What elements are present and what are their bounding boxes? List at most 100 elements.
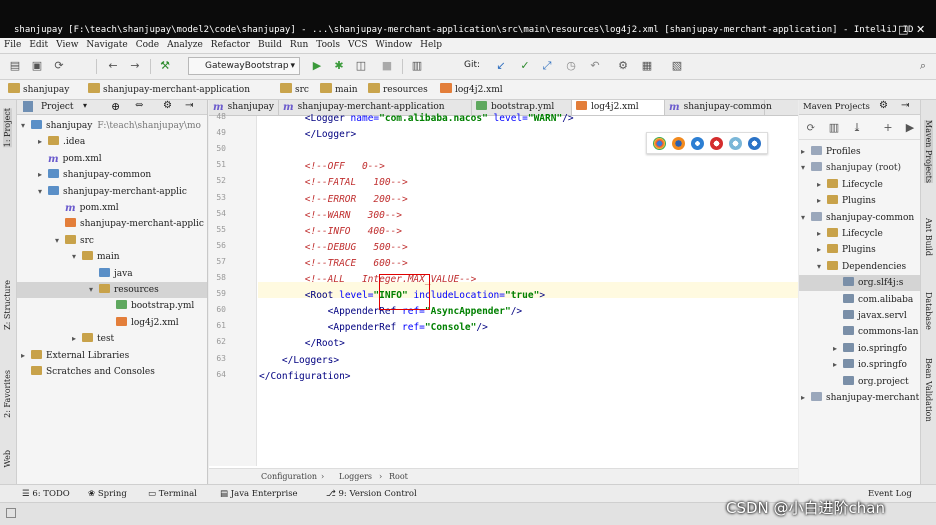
breadcrumb-item[interactable]: Configuration bbox=[261, 472, 317, 481]
maven-tree-item[interactable]: ▸ io.springfo bbox=[799, 341, 920, 357]
chevron-right-icon[interactable]: ▸ bbox=[21, 348, 31, 364]
maven-tree-item[interactable]: ▸ io.springfo bbox=[799, 357, 920, 373]
chevron-down-icon[interactable]: ▾ bbox=[38, 184, 48, 200]
status-toggle-icon[interactable] bbox=[6, 508, 16, 518]
run-icon[interactable]: ▶ bbox=[310, 59, 324, 73]
ant-build-tool-tab[interactable]: Ant Build bbox=[924, 218, 933, 256]
chrome-icon[interactable] bbox=[653, 137, 666, 150]
chevron-right-icon[interactable]: ▸ bbox=[801, 390, 811, 406]
code-line[interactable]: <!--WARN 300--> bbox=[259, 209, 402, 223]
menu-item-navigate[interactable]: Navigate bbox=[82, 38, 131, 53]
chevron-right-icon[interactable]: ▸ bbox=[833, 357, 843, 373]
project-tree-item[interactable]: m pom.xml bbox=[17, 151, 207, 167]
favorites-tool-tab[interactable]: 2: Favorites bbox=[3, 370, 12, 418]
menu-item-window[interactable]: Window bbox=[372, 38, 417, 53]
menu-item-file[interactable]: File bbox=[0, 38, 25, 53]
stop-icon[interactable]: ■ bbox=[380, 59, 394, 73]
execute-icon[interactable]: ▶ bbox=[903, 121, 917, 135]
code-line[interactable]: <AppenderRef ref="Console"/> bbox=[259, 321, 488, 335]
ie-icon[interactable] bbox=[748, 137, 761, 150]
menu-item-vcs[interactable]: VCS bbox=[344, 38, 372, 53]
project-tree-item[interactable]: log4j2.xml bbox=[17, 315, 207, 331]
run-configuration-select[interactable]: GatewayBootstrap ▾ bbox=[188, 57, 300, 75]
hide-icon[interactable]: ⇥ bbox=[185, 100, 193, 111]
tasks-icon[interactable]: ▧ bbox=[670, 59, 684, 73]
download-icon[interactable]: ⤓ bbox=[850, 121, 864, 135]
breadcrumb-item[interactable]: shanjupay-merchant-application bbox=[88, 83, 250, 97]
code-line[interactable]: </Logger> bbox=[259, 128, 356, 142]
java-enterprise-tool-tab[interactable]: ▤ Java Enterprise bbox=[220, 487, 298, 501]
menu-item-run[interactable]: Run bbox=[286, 38, 312, 53]
debug-icon[interactable]: ✱ bbox=[332, 59, 346, 73]
chevron-right-icon[interactable]: ▸ bbox=[38, 134, 48, 150]
project-tree-item[interactable]: ▾ resources bbox=[17, 282, 207, 298]
menu-item-edit[interactable]: Edit bbox=[25, 38, 52, 53]
save-icon[interactable]: ▣ bbox=[30, 59, 44, 73]
chevron-down-icon[interactable]: ▾ bbox=[21, 118, 31, 134]
code-line[interactable]: <!--TRACE 600--> bbox=[259, 257, 408, 271]
structure-tool-tab[interactable]: Z: Structure bbox=[3, 280, 12, 330]
bean-validation-tool-tab[interactable]: Bean Validation bbox=[924, 358, 933, 422]
menu-item-view[interactable]: View bbox=[52, 38, 82, 53]
gear-icon[interactable]: ⚙ bbox=[879, 100, 888, 111]
breadcrumb-item[interactable]: log4j2.xml bbox=[440, 83, 503, 97]
code-line[interactable]: <!--FATAL 100--> bbox=[259, 176, 408, 190]
project-tree-item[interactable]: m pom.xml bbox=[17, 200, 207, 216]
maven-tree-item[interactable]: ▸ Profiles bbox=[799, 144, 920, 160]
code-line[interactable]: </Configuration> bbox=[259, 370, 351, 384]
minimize-button[interactable]: – bbox=[880, 23, 886, 36]
maven-tree-item[interactable]: ▸ Plugins bbox=[799, 242, 920, 258]
reimport-icon[interactable]: ⟳ bbox=[804, 121, 818, 135]
breadcrumb-item[interactable]: Loggers bbox=[339, 472, 372, 481]
close-window-button[interactable]: ✕ bbox=[916, 23, 925, 36]
project-tree-item[interactable]: ▾ main bbox=[17, 249, 207, 265]
version-control-tool-tab[interactable]: ⎇ 9: Version Control bbox=[326, 487, 417, 501]
generate-sources-icon[interactable]: ▥ bbox=[827, 121, 841, 135]
code-line[interactable]: </Loggers> bbox=[259, 354, 339, 368]
maven-tree-item[interactable]: ▾ Dependencies bbox=[799, 259, 920, 275]
code-line[interactable]: <!--DEBUG 500--> bbox=[259, 241, 408, 255]
add-icon[interactable]: + bbox=[881, 121, 895, 135]
maven-tree-item[interactable]: ▸ Lifecycle bbox=[799, 226, 920, 242]
breadcrumb-item[interactable]: Root bbox=[389, 472, 408, 481]
todo-tool-tab[interactable]: ☰ 6: TODO bbox=[22, 487, 70, 501]
maven-tree-item[interactable]: ▾ shanjupay-common bbox=[799, 210, 920, 226]
tab-shanjupay-common[interactable]: m shanjupay-common bbox=[665, 100, 772, 115]
chevron-right-icon[interactable]: ▸ bbox=[817, 242, 827, 258]
opera-icon[interactable] bbox=[710, 137, 723, 150]
maven-tree-item[interactable]: javax.servl bbox=[799, 308, 920, 324]
git-push-icon[interactable]: ⤢ bbox=[540, 59, 554, 73]
hide-icon[interactable]: ⇥ bbox=[901, 100, 909, 111]
build-hammer-icon[interactable]: ⚒ bbox=[158, 59, 172, 73]
project-structure-icon[interactable]: ▦ bbox=[640, 59, 654, 73]
maven-tree-item[interactable]: com.alibaba bbox=[799, 292, 920, 308]
git-commit-icon[interactable]: ✓ bbox=[518, 59, 532, 73]
maven-tree-item[interactable]: org.project bbox=[799, 374, 920, 390]
chevron-down-icon[interactable]: ▾ bbox=[801, 160, 811, 176]
settings-wrench-icon[interactable]: ⚙ bbox=[616, 59, 630, 73]
code-line[interactable]: <!--ALL Integer.MAX_VALUE--> bbox=[259, 273, 477, 287]
project-tree-item[interactable]: ▸ External Libraries bbox=[17, 348, 207, 364]
search-icon[interactable]: ⌕ bbox=[916, 59, 930, 73]
project-tree-item[interactable]: ▾ shanjupay-merchant-applic bbox=[17, 184, 207, 200]
menu-item-tools[interactable]: Tools bbox=[312, 38, 344, 53]
chevron-right-icon[interactable]: ▸ bbox=[72, 331, 82, 347]
project-tree-item[interactable]: ▸ .idea bbox=[17, 134, 207, 150]
chevron-right-icon[interactable]: ▸ bbox=[817, 193, 827, 209]
project-tool-tab[interactable]: 1: Project bbox=[3, 108, 12, 148]
breadcrumb-item[interactable]: main bbox=[320, 83, 358, 97]
project-tree-item[interactable]: ▾ src bbox=[17, 233, 207, 249]
project-tree-item[interactable]: ▾ shanjupay F:\teach\shanjupay\mo bbox=[17, 118, 207, 134]
back-icon[interactable]: ← bbox=[106, 59, 120, 73]
chevron-right-icon[interactable]: ▸ bbox=[801, 144, 811, 160]
maven-tree-item[interactable]: ▸ shanjupay-merchant bbox=[799, 390, 920, 406]
maven-tree-item[interactable]: org.slf4j:s bbox=[799, 275, 920, 292]
git-update-icon[interactable]: ↙ bbox=[494, 59, 508, 73]
forward-icon[interactable]: → bbox=[128, 59, 142, 73]
database-tool-tab[interactable]: Database bbox=[924, 292, 933, 330]
target-icon[interactable]: ⊕ bbox=[111, 100, 120, 113]
chevron-right-icon[interactable]: ▸ bbox=[817, 177, 827, 193]
tab-log4j2-xml[interactable]: log4j2.xml bbox=[572, 100, 665, 115]
project-tree-item[interactable]: java bbox=[17, 266, 207, 282]
maven-tree-item[interactable]: ▸ Lifecycle bbox=[799, 177, 920, 193]
